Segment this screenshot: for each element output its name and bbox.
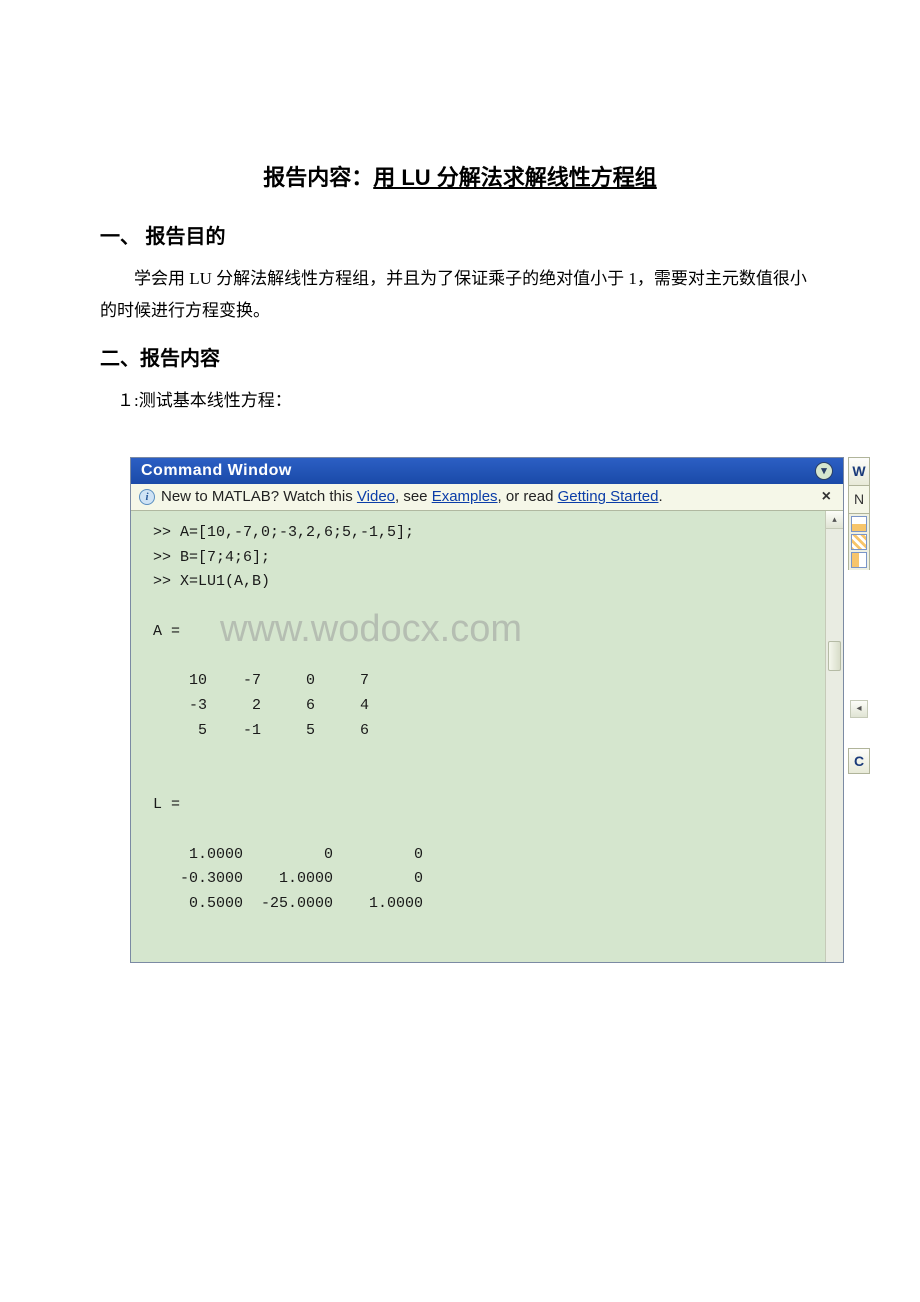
section-1-heading: 一、 报告目的 bbox=[100, 220, 820, 249]
variable-icon[interactable] bbox=[851, 534, 867, 550]
title-main: 用 LU 分解法求解线性方程组 bbox=[373, 165, 657, 190]
report-title: 报告内容：用 LU 分解法求解线性方程组 bbox=[100, 160, 820, 192]
matlab-screenshot: Command Window ▾ i New to MATLAB? Watch … bbox=[130, 457, 870, 963]
workspace-panel-tab[interactable]: W bbox=[848, 457, 870, 486]
horizontal-scroll-left-arrow-icon[interactable]: ◂ bbox=[850, 700, 868, 718]
info-link-video[interactable]: Video bbox=[357, 488, 395, 505]
scroll-thumb[interactable] bbox=[828, 641, 841, 671]
command-window-title: Command Window bbox=[141, 462, 292, 480]
command-history-panel-tab[interactable]: C bbox=[848, 748, 870, 774]
command-window-body: >> A=[10,-7,0;-3,2,6;5,-1,5]; >> B=[7;4;… bbox=[131, 511, 843, 962]
scroll-up-arrow-icon[interactable]: ▴ bbox=[826, 511, 843, 529]
info-mid2: , or read bbox=[498, 488, 558, 505]
panel-menu-dropdown-icon[interactable]: ▾ bbox=[815, 462, 833, 480]
section-2-item-1: １:测试基本线性方程： bbox=[100, 385, 820, 417]
workspace-header-cell: N bbox=[848, 486, 870, 514]
close-info-bar-icon[interactable]: × bbox=[818, 488, 835, 506]
command-window-titlebar: Command Window ▾ bbox=[131, 458, 843, 484]
info-link-getting-started[interactable]: Getting Started bbox=[558, 488, 659, 505]
workspace-variable-icons bbox=[848, 514, 870, 570]
command-window-output[interactable]: >> A=[10,-7,0;-3,2,6;5,-1,5]; >> B=[7;4;… bbox=[131, 511, 825, 962]
section-1-body: 学会用 LU 分解法解线性方程组，并且为了保证乘子的绝对值小于 1，需要对主元数… bbox=[100, 263, 820, 328]
info-mid1: , see bbox=[395, 488, 432, 505]
vertical-scrollbar[interactable]: ▴ bbox=[825, 511, 843, 962]
info-icon: i bbox=[139, 489, 155, 505]
info-suffix: . bbox=[658, 488, 662, 505]
matlab-info-bar: i New to MATLAB? Watch this Video, see E… bbox=[131, 484, 843, 511]
section-2-heading: 二、报告内容 bbox=[100, 342, 820, 371]
info-prefix: New to MATLAB? Watch this bbox=[161, 488, 357, 505]
info-link-examples[interactable]: Examples bbox=[432, 488, 498, 505]
command-window-panel: Command Window ▾ i New to MATLAB? Watch … bbox=[130, 457, 844, 963]
info-bar-text: i New to MATLAB? Watch this Video, see E… bbox=[139, 488, 663, 505]
variable-icon[interactable] bbox=[851, 552, 867, 568]
title-prefix: 报告内容： bbox=[263, 165, 373, 190]
right-docked-panel-strip: W N ◂ C bbox=[848, 457, 870, 963]
variable-icon[interactable] bbox=[851, 516, 867, 532]
